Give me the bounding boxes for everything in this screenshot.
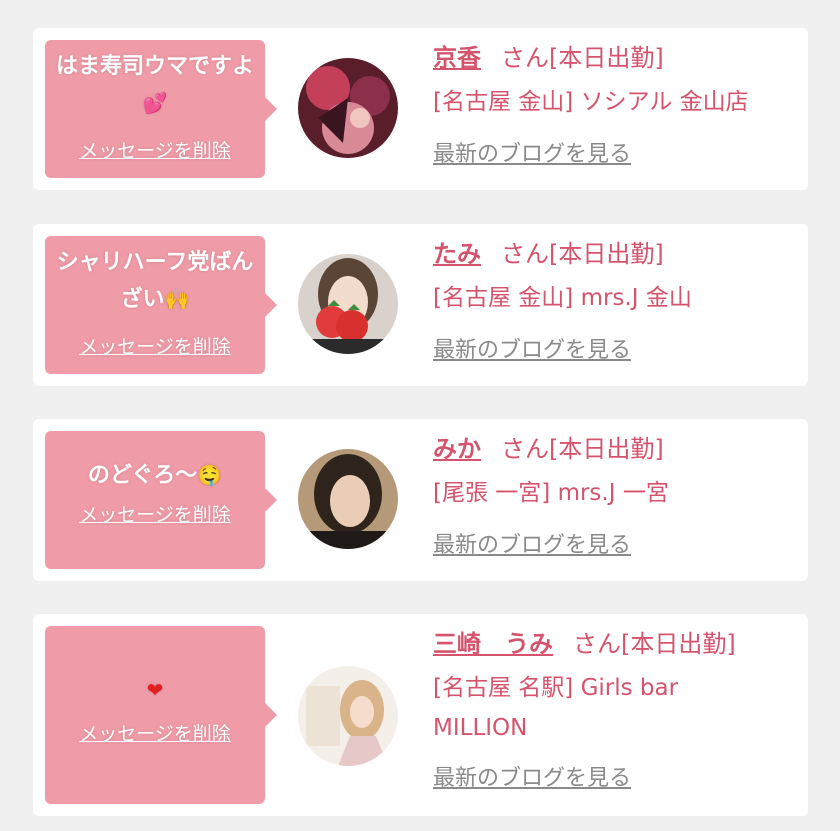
avatar-image xyxy=(298,58,398,158)
cast-name-link[interactable]: たみ xyxy=(433,240,481,268)
message-bubble: のどぐろ〜🤤 メッセージを削除 xyxy=(45,431,277,569)
cast-info: 京香 さん[本日出勤] [名古屋 金山] ソシアル 金山店 最新のブログを見る xyxy=(433,38,798,168)
cast-name-link[interactable]: 京香 xyxy=(433,44,481,72)
delete-message-link[interactable]: メッセージを削除 xyxy=(79,719,231,746)
latest-blog-link[interactable]: 最新のブログを見る xyxy=(433,136,631,168)
message-card: ❤ メッセージを削除 三崎 うみ さん[本日出勤] [名古屋 名駅] Girls … xyxy=(33,614,808,816)
message-text: シャリハーフ党ばんざい🙌 xyxy=(55,244,255,318)
raised-hands-icon: 🙌 xyxy=(164,287,190,311)
delete-message-link[interactable]: メッセージを削除 xyxy=(79,332,231,359)
message-body: はま寿司ウマですよ xyxy=(55,54,254,79)
shop-name: [名古屋 金山] mrs.J 金山 xyxy=(433,285,692,311)
message-card: シャリハーフ党ばんざい🙌 メッセージを削除 たみ さん[本日出勤] [名古屋 金山… xyxy=(33,224,808,386)
heart-icon: ❤ xyxy=(146,678,164,702)
cast-info: たみ さん[本日出勤] [名古屋 金山] mrs.J 金山 最新のブログを見る xyxy=(433,234,798,364)
message-card: はま寿司ウマですよ 💕 メッセージを削除 京香 さん[本日出勤] [名古屋 金山] … xyxy=(33,28,808,190)
avatar[interactable] xyxy=(298,254,398,354)
avatar[interactable] xyxy=(298,449,398,549)
avatar[interactable] xyxy=(298,58,398,158)
drooling-face-icon: 🤤 xyxy=(197,463,223,487)
attendance-status: さん[本日出勤] xyxy=(573,630,736,658)
attendance-status: さん[本日出勤] xyxy=(501,44,664,72)
delete-message-link[interactable]: メッセージを削除 xyxy=(79,136,231,163)
latest-blog-link[interactable]: 最新のブログを見る xyxy=(433,527,631,559)
shop-name: [名古屋 金山] ソシアル 金山店 xyxy=(433,89,749,115)
message-text: ❤ xyxy=(55,672,255,709)
message-body: のどぐろ〜 xyxy=(87,463,198,488)
delete-message-link[interactable]: メッセージを削除 xyxy=(79,500,231,527)
message-bubble: はま寿司ウマですよ 💕 メッセージを削除 xyxy=(45,40,277,178)
cast-name-link[interactable]: 三崎 うみ xyxy=(433,630,553,658)
message-bubble: シャリハーフ党ばんざい🙌 メッセージを削除 xyxy=(45,236,277,374)
message-body: シャリハーフ党ばんざい xyxy=(56,250,254,312)
message-card: のどぐろ〜🤤 メッセージを削除 みか さん[本日出勤] [尾張 一宮] mrs.J… xyxy=(33,419,808,581)
attendance-status: さん[本日出勤] xyxy=(501,435,664,463)
message-text: はま寿司ウマですよ 💕 xyxy=(55,48,255,122)
message-text: のどぐろ〜🤤 xyxy=(55,457,255,494)
cast-info: 三崎 うみ さん[本日出勤] [名古屋 名駅] Girls bar MILLION… xyxy=(433,624,798,792)
avatar-image xyxy=(298,666,398,766)
attendance-status: さん[本日出勤] xyxy=(501,240,664,268)
message-list: はま寿司ウマですよ💕 メッセージを削除 京香 さん[本日出勤] [名古屋 金山] … xyxy=(0,0,840,831)
latest-blog-link[interactable]: 最新のブログを見る xyxy=(433,760,631,792)
avatar-image xyxy=(298,449,398,549)
shop-name: [尾張 一宮] mrs.J 一宮 xyxy=(433,480,669,506)
cast-info: みか さん[本日出勤] [尾張 一宮] mrs.J 一宮 最新のブログを見る xyxy=(433,429,798,559)
latest-blog-link[interactable]: 最新のブログを見る xyxy=(433,332,631,364)
hearts-icon: 💕 xyxy=(142,91,168,115)
cast-name-link[interactable]: みか xyxy=(433,435,481,463)
avatar[interactable] xyxy=(298,666,398,766)
avatar-image xyxy=(298,254,398,354)
shop-name: [名古屋 名駅] Girls bar MILLION xyxy=(433,675,679,741)
message-bubble: ❤ メッセージを削除 xyxy=(45,626,277,804)
